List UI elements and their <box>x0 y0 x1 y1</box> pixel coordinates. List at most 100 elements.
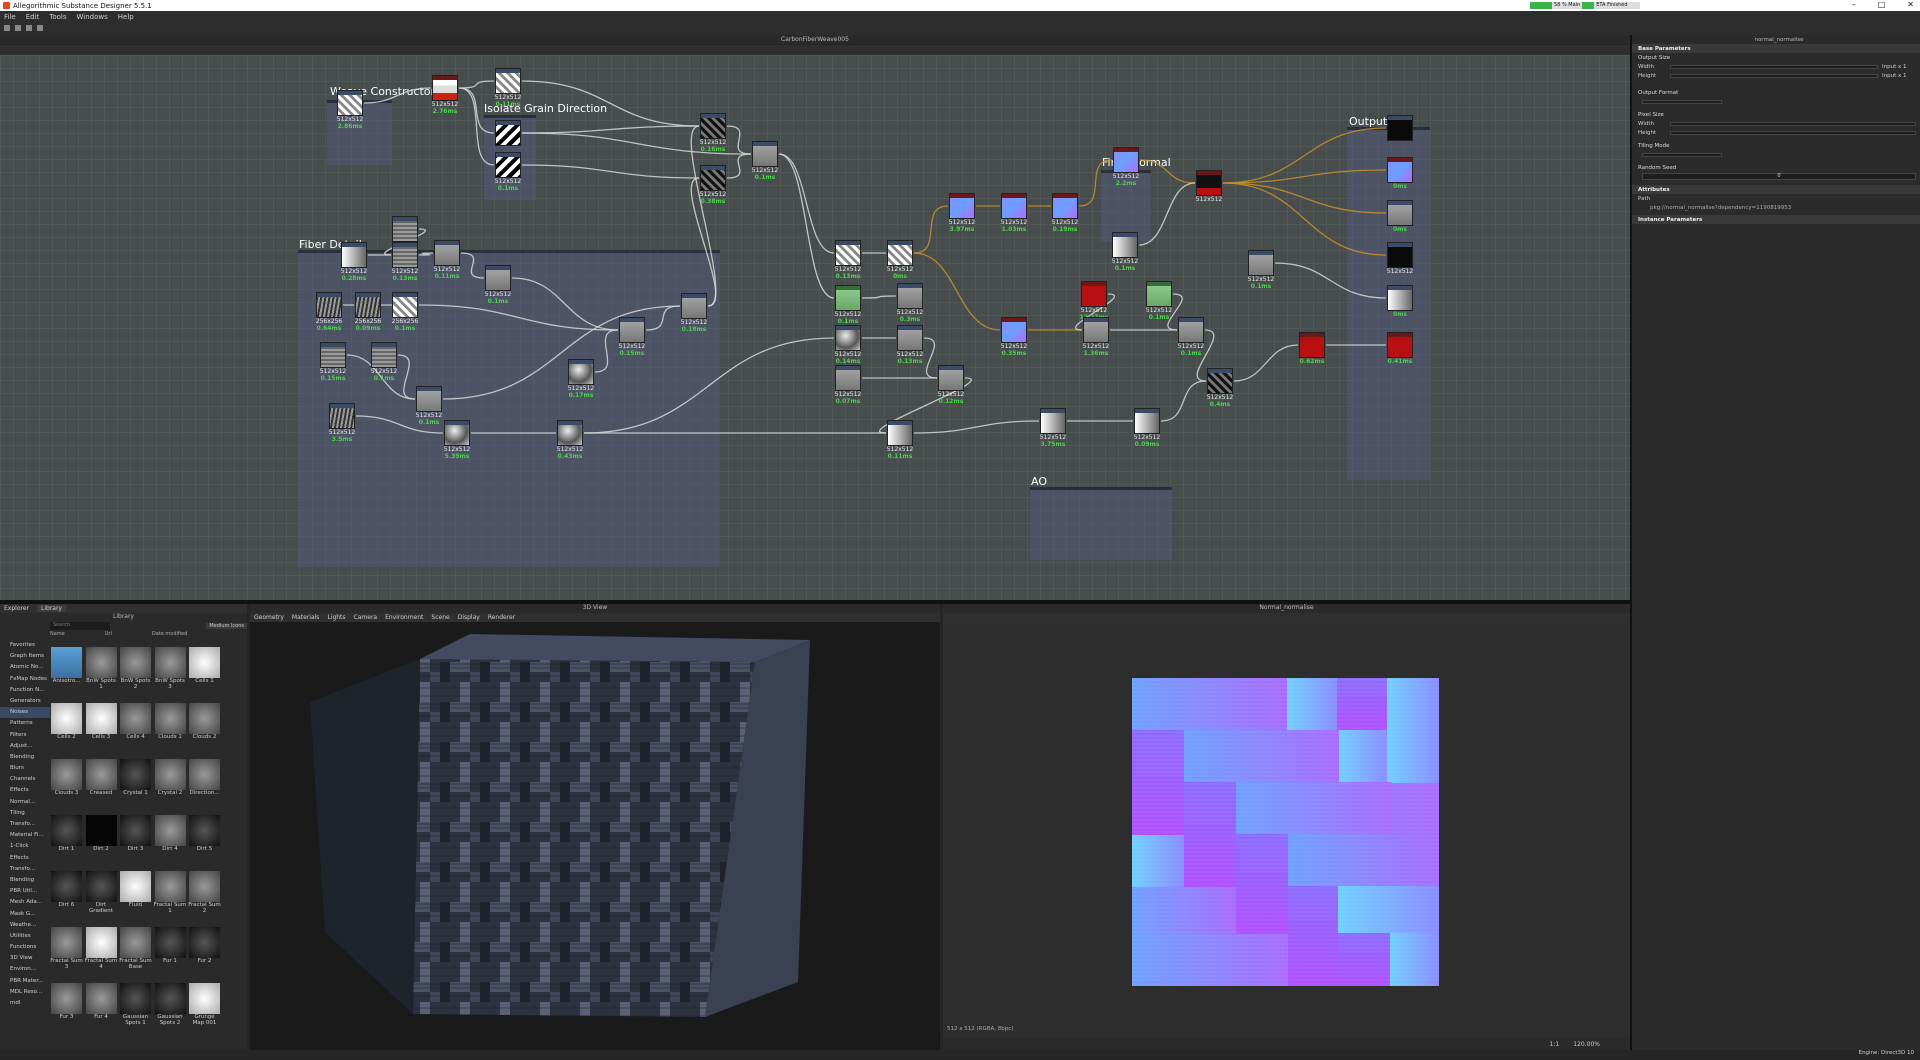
library-item[interactable]: Dirt Gradient <box>85 871 118 916</box>
graph-node[interactable]: 512x512 0.35ms <box>1001 317 1027 357</box>
tree-item[interactable]: Utilities <box>0 931 50 942</box>
library-item[interactable]: Dirt 3 <box>119 815 152 860</box>
tree-item[interactable]: Weathe... <box>0 920 50 931</box>
graph-node[interactable]: 512x51212.27ms <box>1080 281 1108 321</box>
graph-node[interactable]: 512x512 0.3ms <box>897 283 923 323</box>
graph-node[interactable]: 512x512 3.75ms <box>1040 408 1066 448</box>
graph-node[interactable]: 512x512 0.12ms <box>938 365 964 405</box>
graph-node[interactable]: 512x512 0.1ms <box>495 152 521 192</box>
3d-menu-item[interactable]: Display <box>458 614 480 621</box>
menu-windows[interactable]: Windows <box>77 13 108 21</box>
graph-node[interactable]: 512x512 5.39ms <box>444 420 470 460</box>
3d-menu-item[interactable]: Camera <box>354 614 378 621</box>
graph-node[interactable]: 0.41ms <box>1387 332 1413 365</box>
graph-node[interactable] <box>1387 115 1413 141</box>
tree-item[interactable]: FxMap Nodes <box>0 674 50 685</box>
tree-item[interactable]: Blurs <box>0 763 50 774</box>
graph-node[interactable]: 512x512 0.1ms <box>1146 281 1172 321</box>
tree-item[interactable]: 3D View <box>0 953 50 964</box>
library-item[interactable]: Fur 4 <box>85 983 118 1028</box>
graph-node[interactable]: 256x256 0.09ms <box>355 292 381 332</box>
graph-canvas[interactable]: Weave Constructor Isolate Grain Directio… <box>0 55 1630 600</box>
library-item[interactable]: Fractal Sum 2 <box>188 871 221 916</box>
ratio-label[interactable]: 1:1 <box>1550 1041 1560 1048</box>
library-item[interactable]: Fractal Sum 4 <box>85 927 118 972</box>
graph-node[interactable]: 512x512 0.1ms <box>416 386 442 426</box>
library-item[interactable]: Dirt 6 <box>50 871 83 916</box>
col-name[interactable]: Name <box>50 631 65 638</box>
library-item[interactable]: Dirt 4 <box>154 815 187 860</box>
graph-node[interactable]: 512x512 0.11ms <box>434 240 460 280</box>
library-search-input[interactable]: Search <box>50 622 110 630</box>
save-icon[interactable] <box>26 25 32 31</box>
library-item[interactable]: Crystal 2 <box>154 759 187 804</box>
tree-item[interactable]: Effects <box>0 853 50 864</box>
tree-item[interactable]: Tiling <box>0 808 50 819</box>
col-date[interactable]: Date modified <box>152 631 187 638</box>
tree-item[interactable]: Function N... <box>0 685 50 696</box>
tree-item[interactable]: Adjust... <box>0 741 50 752</box>
library-item[interactable]: BnW Spots 2 <box>119 647 152 692</box>
graph-node[interactable]: 0ms <box>1387 200 1413 233</box>
3d-menu-item[interactable]: Materials <box>292 614 320 621</box>
library-item[interactable]: Fur 1 <box>154 927 187 972</box>
menu-edit[interactable]: Edit <box>26 13 40 21</box>
width-slider[interactable] <box>1670 64 1878 69</box>
library-item[interactable]: Direction... <box>188 759 221 804</box>
graph-node[interactable]: 0ms <box>1387 285 1413 318</box>
tab-explorer[interactable]: Explorer <box>4 605 29 612</box>
tree-item[interactable]: Blending <box>0 752 50 763</box>
tree-item[interactable]: PBR Mater... <box>0 976 50 987</box>
library-item[interactable]: Clouds 1 <box>154 703 187 748</box>
tree-item[interactable]: Noises <box>0 707 50 719</box>
tree-item[interactable]: Transfo... <box>0 864 50 875</box>
tree-item[interactable]: Graph Items <box>0 651 50 662</box>
graph-node[interactable]: 512x512 0.38ms <box>700 165 726 205</box>
library-item[interactable]: Fractal Sum 1 <box>154 871 187 916</box>
library-item[interactable]: Cells 3 <box>85 703 118 748</box>
graph-node[interactable]: 512x512 0.19ms <box>1052 193 1078 233</box>
library-item[interactable]: Fluid <box>119 871 152 916</box>
graph-node[interactable]: 512x512 0.1ms <box>1112 232 1138 272</box>
tree-item[interactable]: Favorites <box>0 640 50 651</box>
tree-item[interactable]: Atomic No... <box>0 662 50 673</box>
tree-item[interactable]: Mask G... <box>0 909 50 920</box>
section-attributes[interactable]: Attributes <box>1632 185 1920 194</box>
3d-menu-item[interactable]: Scene <box>431 614 449 621</box>
graph-node[interactable]: 512x512 0.14ms <box>835 325 861 365</box>
library-item[interactable]: Clouds 3 <box>50 759 83 804</box>
graph-node[interactable]: 256x256 0.1ms <box>392 292 418 332</box>
library-item[interactable]: Cells 4 <box>119 703 152 748</box>
pixel-width-slider[interactable] <box>1670 121 1916 126</box>
normal-map-preview[interactable] <box>1132 678 1439 986</box>
graph-node[interactable]: 512x512 0.15ms <box>320 342 346 382</box>
library-item[interactable]: Fractal Sum Base <box>119 927 152 972</box>
library-item[interactable]: Cells 2 <box>50 703 83 748</box>
menu-file[interactable]: File <box>4 13 16 21</box>
library-item[interactable]: Crystal 1 <box>119 759 152 804</box>
graph-node[interactable]: 512x512 1.36ms <box>1083 317 1109 357</box>
graph-node[interactable]: 512x512 0.1ms <box>1178 317 1204 357</box>
library-item[interactable]: Anisotro... <box>50 647 83 692</box>
tree-item[interactable]: Transfo... <box>0 819 50 830</box>
graph-node[interactable]: 512x512 0.16ms <box>700 113 726 153</box>
tree-item[interactable]: MDL Reso... <box>0 987 50 998</box>
graph-node[interactable]: 0ms <box>1387 157 1413 190</box>
library-item[interactable]: Dirt 5 <box>188 815 221 860</box>
graph-node[interactable]: 512x512 0.17ms <box>568 359 594 399</box>
graph-node[interactable]: 0.62ms <box>1299 332 1325 365</box>
tree-item[interactable]: Filters <box>0 730 50 741</box>
library-item[interactable]: Gaussian Spots 1 <box>119 983 152 1028</box>
library-item[interactable]: Dirt 2 <box>85 815 118 860</box>
maximize-icon[interactable]: □ <box>1878 0 1886 9</box>
output-format-select[interactable] <box>1642 99 1722 104</box>
tree-item[interactable]: Patterns <box>0 718 50 729</box>
open-icon[interactable] <box>15 25 21 31</box>
graph-node[interactable]: 512x512 0.13ms <box>835 240 861 280</box>
3d-menu-item[interactable]: Lights <box>327 614 345 621</box>
graph-node[interactable]: 512x512 0.1ms <box>1248 250 1274 290</box>
library-item[interactable]: Gaussian Spots 2 <box>154 983 187 1028</box>
section-instance-parameters[interactable]: Instance Parameters <box>1632 215 1920 224</box>
pixel-height-slider[interactable] <box>1670 130 1916 135</box>
section-base-parameters[interactable]: Base Parameters <box>1632 44 1920 53</box>
